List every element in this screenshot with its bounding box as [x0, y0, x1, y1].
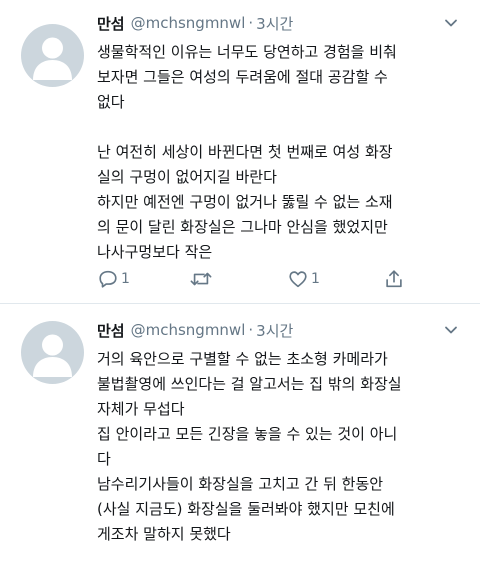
tweet-actions: 1 1	[97, 268, 402, 292]
tweet-text-line: 의 문이 달린 화장실은 그나마 안심을 했었지만	[97, 218, 388, 236]
display-name[interactable]: 만섬	[97, 320, 125, 341]
tweet-text-line: 자체가 무섭다	[97, 400, 185, 418]
tweet-text-line: 보자면 그들은 여성의 두려움에 절대 공감할 수	[97, 68, 388, 86]
tweet-text-line: 실의 구멍이 없어지길 바란다	[97, 168, 277, 186]
separator-dot: ·	[248, 14, 254, 32]
avatar-icon	[33, 37, 72, 80]
tweet-text: 거의 육안으로 구별할 수 없는 초소형 카메라가 불법촬영에 쓰인다는 걸 알…	[97, 347, 467, 547]
display-name[interactable]: 만섬	[97, 13, 125, 34]
timestamp[interactable]: 3시간	[256, 13, 293, 34]
reply-button[interactable]: 1	[97, 268, 130, 290]
tweet-text-line: 나사구멍보다 작은	[97, 243, 213, 261]
tweet-text: 생물학적인 이유는 너무도 당연하고 경험을 비춰 보자면 그들은 여성의 두려…	[97, 40, 467, 265]
tweet-text-line: 없다	[97, 93, 125, 111]
retweet-button[interactable]	[189, 268, 215, 290]
retweet-icon	[190, 272, 212, 286]
avatar[interactable]	[21, 321, 84, 384]
username[interactable]: @mchsngmnwl	[131, 321, 246, 339]
like-button[interactable]: 1	[287, 268, 320, 290]
tweet-header: 만섬 @mchsngmnwl · 3시간	[97, 319, 460, 341]
timestamp[interactable]: 3시간	[256, 320, 293, 341]
tweet[interactable]: 만섬 @mchsngmnwl · 3시간 거의 육안으로 구별할 수 없는 초소…	[0, 304, 480, 583]
tweet-text-line: 불법촬영에 쓰인다는 걸 알고서는 집 밖의 화장실	[97, 375, 402, 393]
share-button[interactable]	[383, 268, 405, 290]
tweet-text-line: 집 안이라고 모든 긴장을 놓을 수 있는 것이 아니	[97, 425, 398, 443]
tweet-text-line: 게조차 말하지 못했다	[97, 525, 231, 543]
separator-dot: ·	[248, 321, 254, 339]
reply-icon	[99, 270, 117, 288]
tweet-text-line: 다	[97, 450, 111, 468]
like-icon	[289, 271, 307, 288]
tweet-text-line: 남수리기사들이 화장실을 고치고 간 뒤 한동안	[97, 475, 384, 493]
share-icon	[386, 270, 402, 288]
avatar-icon	[33, 334, 72, 377]
chevron-down-icon[interactable]	[442, 14, 460, 32]
tweet[interactable]: 만섬 @mchsngmnwl · 3시간 생물학적인 이유는 너무도 당연하고 …	[0, 0, 480, 304]
tweet-text-line: 거의 육안으로 구별할 수 없는 초소형 카메라가	[97, 350, 388, 368]
tweet-text-line: 하지만 예전엔 구멍이 없거나 뚫릴 수 없는 소재	[97, 193, 393, 211]
chevron-down-icon[interactable]	[442, 321, 460, 339]
tweet-text-line: 난 여전히 세상이 바뀐다면 첫 번째로 여성 화장	[97, 143, 393, 161]
username[interactable]: @mchsngmnwl	[131, 14, 246, 32]
tweet-header: 만섬 @mchsngmnwl · 3시간	[97, 12, 460, 34]
tweet-text-line: (사실 지금도) 화장실을 둘러봐야 했지만 모친에	[97, 500, 395, 518]
avatar[interactable]	[21, 24, 84, 87]
tweet-text-line: 생물학적인 이유는 너무도 당연하고 경험을 비춰	[97, 43, 397, 61]
reply-count: 1	[121, 271, 130, 287]
like-count: 1	[311, 271, 320, 287]
